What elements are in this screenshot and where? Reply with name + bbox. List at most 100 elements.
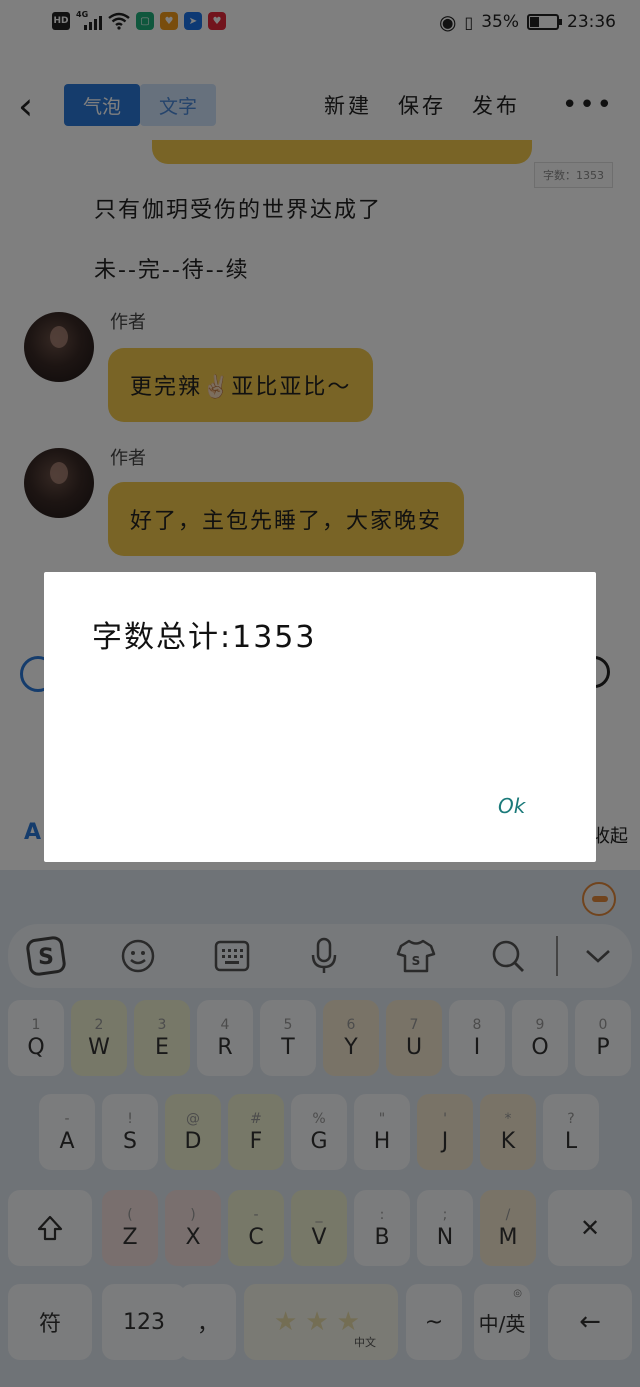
key-label: W [88,1034,110,1060]
tab-text[interactable]: 文字 [140,84,216,126]
key-label: ， [196,1312,219,1337]
ok-button[interactable]: Ok [498,794,525,818]
cellular-signal-icon: 4G [76,10,102,30]
key-label: O [531,1034,549,1060]
key-a[interactable]: -A [39,1094,95,1170]
key-l[interactable]: ? L [543,1094,599,1170]
tab-bubble[interactable]: 气泡 [64,84,140,126]
app-notify-icon-4: ♥ [208,12,226,30]
keyboard-mascot-icon[interactable] [582,882,616,916]
key-label: A [59,1128,75,1154]
font-style-icon[interactable]: A [24,820,41,845]
key-g[interactable]: % G [291,1094,347,1170]
key-h[interactable]: " H [354,1094,410,1170]
battery-icon [527,14,562,30]
key-label: ~ [424,1309,444,1335]
key-p[interactable]: 0P [575,1000,631,1076]
shift-key[interactable] [8,1190,92,1266]
key-hint: ; [442,1206,448,1223]
app-notify-icon-3: ➤ [184,12,202,30]
globe-icon: ◎ [513,1288,522,1299]
key-label: R [217,1034,233,1060]
key-y[interactable]: 6Y [323,1000,379,1076]
key-v[interactable]: _ V [291,1190,347,1266]
key-label: 123 [123,1309,165,1335]
key-hint: 7 [409,1016,419,1033]
publish-button[interactable]: 发布 [472,90,520,120]
key-n[interactable]: ; N [417,1190,473,1266]
key-label: Y [344,1034,358,1060]
numbers-key[interactable]: 123 [102,1284,186,1360]
app-notify-icon-1: ▢ [136,12,154,30]
save-button[interactable]: 保存 [398,90,446,120]
key-f[interactable]: # F [228,1094,284,1170]
emoji-icon[interactable] [116,934,160,978]
key-label: J [441,1128,449,1154]
key-label: V [311,1224,327,1250]
hd-badge: HD [52,12,70,30]
skin-shirt-icon[interactable]: S [394,934,438,978]
message-bubble: 好了，主包先睡了，大家晚安 [108,482,465,556]
delete-key[interactable]: ✕ [548,1190,632,1266]
space-key[interactable]: ★★★ 中文 [244,1284,398,1360]
key-z[interactable]: (Z [102,1190,158,1266]
key-hint: 2 [94,1016,104,1033]
battery-percent: 35% [481,12,519,32]
mode-tabs: 气泡 文字 [64,84,216,126]
key-q[interactable]: 1Q [8,1000,64,1076]
key-e[interactable]: 3E [134,1000,190,1076]
key-d[interactable]: @ D [165,1094,221,1170]
key-hint: * [504,1110,512,1127]
key-hint: : [379,1206,385,1223]
collapse-button[interactable]: 收起 [592,822,628,848]
key-w[interactable]: 2W [71,1000,127,1076]
key-t[interactable]: 5T [260,1000,316,1076]
story-line: 只有伽玥受伤的世界达成了 [94,198,383,223]
key-k[interactable]: * K [480,1094,536,1170]
key-x[interactable]: ) X [165,1190,221,1266]
new-button[interactable]: 新建 [324,90,372,120]
key-hint: _ [315,1206,323,1223]
key-c[interactable]: -C [228,1190,284,1266]
key-s[interactable]: ! S [102,1094,158,1170]
chevron-down-icon[interactable] [576,934,620,978]
tilde-key[interactable]: ~ [406,1284,462,1360]
key-o[interactable]: 9O [512,1000,568,1076]
key-u[interactable]: 7U [386,1000,442,1076]
key-label: 中/英 [478,1311,526,1336]
key-hint: % [312,1110,326,1127]
previous-bubble [152,140,532,164]
enter-icon: ← [579,1307,601,1337]
space-label: 中文 [354,1336,376,1349]
word-count-badge: 字数：1353 [534,162,613,188]
key-hint: / [505,1206,511,1223]
symbols-key[interactable]: 符 [8,1284,92,1360]
key-label: B [374,1224,390,1250]
sogou-logo-icon[interactable]: S [24,934,68,978]
delete-icon: ✕ [579,1214,601,1242]
search-icon[interactable] [486,934,530,978]
key-j[interactable]: ' J [417,1094,473,1170]
key-hint: ) [190,1206,196,1223]
key-hint: 6 [346,1016,356,1033]
key-hint: " [378,1110,386,1127]
key-r[interactable]: 4R [197,1000,253,1076]
language-switch-key[interactable]: ◎ 中/英 [474,1284,530,1360]
microphone-icon[interactable] [302,934,346,978]
key-hint: 3 [157,1016,167,1033]
status-left: HD 4G ▢ ♥ ➤ ♥ [52,10,226,30]
key-hint: 5 [283,1016,293,1033]
key-hint: 4 [220,1016,230,1033]
key-hint: ? [567,1110,575,1127]
key-label: T [281,1034,295,1060]
keyboard-icon[interactable] [210,934,254,978]
more-button[interactable]: ••• [562,90,614,120]
key-m[interactable]: / M [480,1190,536,1266]
key-b[interactable]: :B [354,1190,410,1266]
key-i[interactable]: 8I [449,1000,505,1076]
comma-key[interactable]: ， [180,1284,236,1360]
enter-key[interactable]: ← [548,1284,632,1360]
back-button[interactable]: ‹ [18,86,48,126]
key-label: D [184,1128,202,1154]
key-hint: - [253,1206,259,1223]
